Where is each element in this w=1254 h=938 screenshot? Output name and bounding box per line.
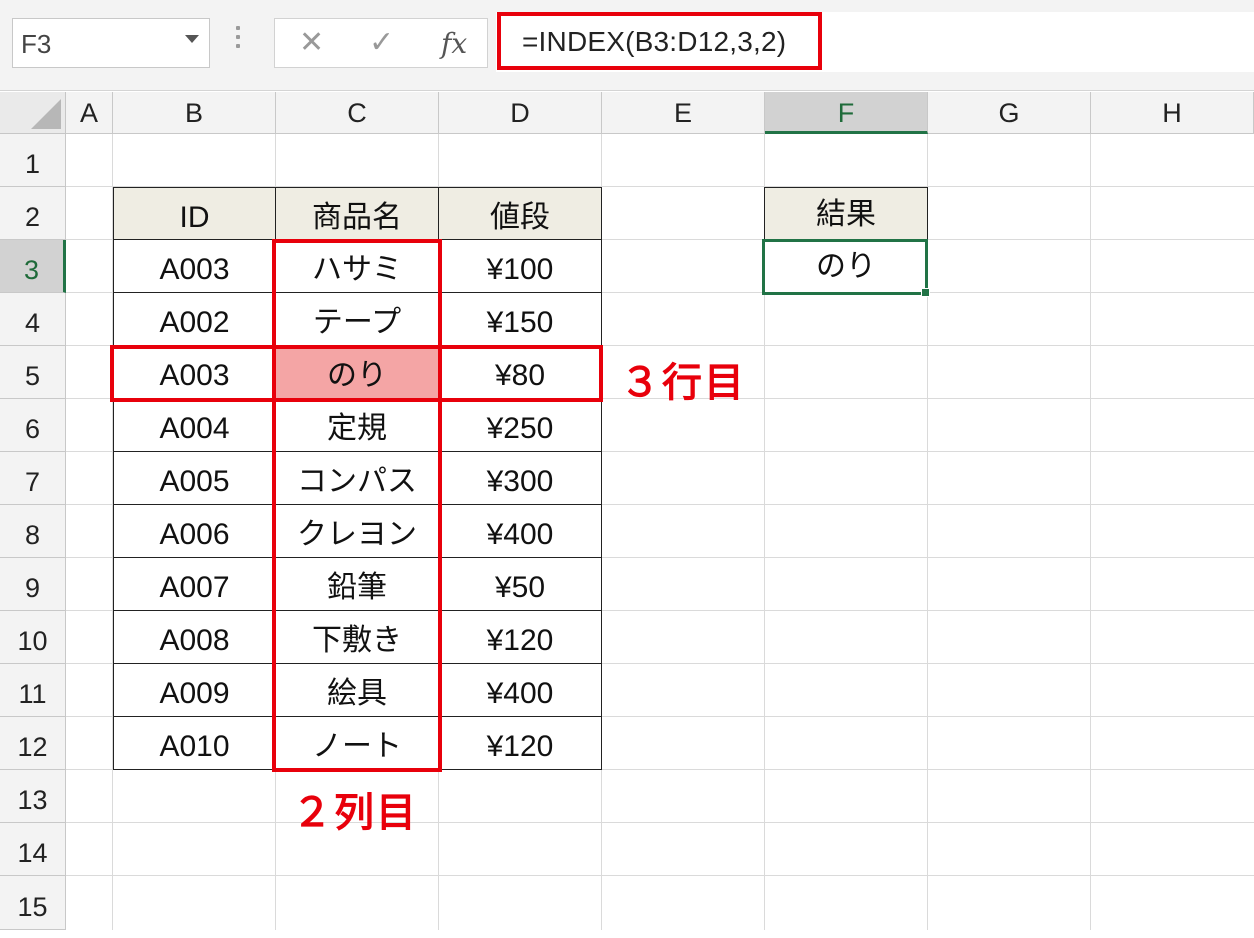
column-header-h[interactable]: H — [1091, 92, 1254, 134]
row-header-5[interactable]: 5 — [0, 346, 66, 399]
row-header-4[interactable]: 4 — [0, 293, 66, 346]
column-annotation-label: ２列目 — [292, 790, 418, 836]
table-cell[interactable]: ¥120 — [439, 611, 602, 664]
drag-handle-icon[interactable] — [235, 26, 241, 56]
table-cell[interactable]: A008 — [113, 611, 276, 664]
row-header-12[interactable]: 12 — [0, 717, 66, 770]
column-header-e[interactable]: E — [602, 92, 765, 134]
row-header-14[interactable]: 14 — [0, 823, 66, 876]
fill-handle[interactable] — [921, 288, 930, 297]
table-cell[interactable]: A005 — [113, 452, 276, 505]
table-header-cell[interactable]: ID — [113, 187, 276, 240]
table-header-cell[interactable]: 値段 — [439, 187, 602, 240]
name-box-value: F3 — [21, 29, 52, 59]
table-cell[interactable]: ¥100 — [439, 240, 602, 293]
column-highlight-box — [272, 239, 442, 772]
column-header-f[interactable]: F — [765, 92, 928, 134]
formula-bar: F3 ✕ ✓ fx =INDEX(B3:D12,3,2) — [0, 0, 1254, 91]
row-annotation-label: ３行目 — [620, 360, 746, 406]
table-cell[interactable]: A006 — [113, 505, 276, 558]
row-header-13[interactable]: 13 — [0, 770, 66, 823]
row-header-6[interactable]: 6 — [0, 399, 66, 452]
chevron-down-icon[interactable] — [185, 35, 199, 43]
table-cell[interactable]: A004 — [113, 399, 276, 452]
table-cell[interactable]: ¥300 — [439, 452, 602, 505]
column-header-d[interactable]: D — [439, 92, 602, 134]
table-cell[interactable]: ¥50 — [439, 558, 602, 611]
row-header-15[interactable]: 15 — [0, 876, 66, 930]
table-cell[interactable]: ¥250 — [439, 399, 602, 452]
table-cell[interactable]: ¥150 — [439, 293, 602, 346]
table-cell[interactable]: ¥400 — [439, 505, 602, 558]
column-header-a[interactable]: A — [66, 92, 113, 134]
row-header-7[interactable]: 7 — [0, 452, 66, 505]
column-header-c[interactable]: C — [276, 92, 439, 134]
row-header-8[interactable]: 8 — [0, 505, 66, 558]
row-header-1[interactable]: 1 — [0, 134, 66, 187]
grid-line — [1090, 134, 1091, 930]
table-cell[interactable]: A010 — [113, 717, 276, 770]
enter-icon[interactable]: ✓ — [369, 25, 394, 60]
table-cell[interactable]: A003 — [113, 240, 276, 293]
select-all-button[interactable] — [0, 92, 66, 134]
name-box[interactable]: F3 — [12, 18, 210, 68]
row-header-10[interactable]: 10 — [0, 611, 66, 664]
row-header-2[interactable]: 2 — [0, 187, 66, 240]
row-highlight-box — [110, 345, 603, 402]
grid-line — [66, 822, 1254, 823]
table-cell[interactable]: A009 — [113, 664, 276, 717]
formula-buttons: ✕ ✓ fx — [274, 18, 488, 68]
column-header-b[interactable]: B — [113, 92, 276, 134]
table-header-cell[interactable]: 商品名 — [276, 187, 439, 240]
table-cell[interactable]: A007 — [113, 558, 276, 611]
table-cell[interactable]: ¥400 — [439, 664, 602, 717]
formula-highlight-box — [497, 12, 822, 70]
column-header-g[interactable]: G — [928, 92, 1091, 134]
active-cell-border — [762, 239, 930, 297]
insert-function-icon[interactable]: fx — [441, 27, 467, 60]
row-header-3[interactable]: 3 — [0, 240, 66, 293]
table-cell[interactable]: A002 — [113, 293, 276, 346]
cancel-icon[interactable]: ✕ — [299, 25, 324, 60]
row-header-11[interactable]: 11 — [0, 664, 66, 717]
result-header-cell[interactable]: 結果 — [764, 187, 928, 240]
grid-line — [66, 875, 1254, 876]
row-header-9[interactable]: 9 — [0, 558, 66, 611]
table-cell[interactable]: ¥120 — [439, 717, 602, 770]
